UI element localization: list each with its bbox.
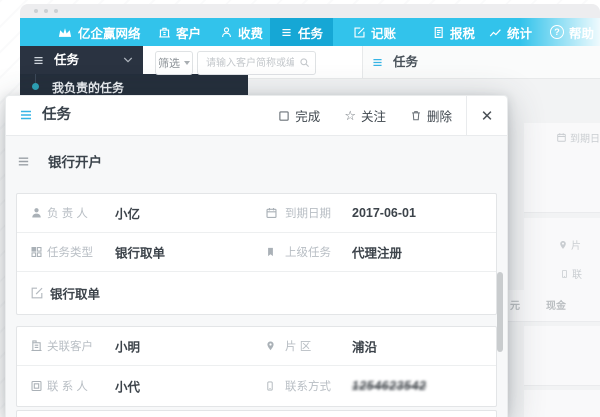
edit-square-icon	[354, 26, 365, 38]
nav-label: 客户	[176, 26, 202, 41]
type-value[interactable]: 银行取单	[115, 243, 165, 262]
nav-item-customers[interactable]: 客户	[158, 18, 201, 46]
app-screen: 亿企赢网络 客户 收费 任务 记账 报税 统计 ? 帮助 任务 我负责的任务 筛…	[0, 0, 600, 417]
nav-label: 任务	[298, 26, 324, 41]
star-icon: ☆	[344, 108, 356, 123]
list-icon	[282, 28, 291, 36]
type-label: 任务类型	[47, 247, 93, 259]
next-card-partial	[16, 410, 497, 417]
phone-value-obscured[interactable]: 1254623542	[351, 379, 427, 393]
chevron-down-icon[interactable]	[123, 56, 133, 64]
customer-value[interactable]: 小明	[115, 337, 140, 356]
close-icon: ✕	[480, 107, 494, 125]
customer-label: 关联客户	[47, 341, 93, 353]
caret-down-icon	[184, 61, 190, 65]
nav-item-help[interactable]: ? 帮助	[550, 18, 594, 46]
phone-label: 联系方式	[285, 381, 331, 393]
modal-scrollbar-thumb[interactable]	[497, 272, 503, 352]
close-button[interactable]: ✕	[467, 96, 507, 135]
delete-button[interactable]: 删除	[398, 106, 464, 125]
district-value[interactable]: 浦沿	[352, 337, 377, 356]
document-icon	[434, 26, 443, 38]
background-panel-header: 任务	[362, 46, 600, 79]
district-label: 片 区	[285, 341, 312, 353]
nav-item-statistics[interactable]: 统计	[489, 18, 532, 46]
contact-phone-row: 联 系 人 小代 联系方式 1254623542	[17, 366, 496, 406]
customer-district-row: 关联客户 小明 片 区 浦沿	[17, 327, 496, 366]
timeline-dot-icon	[32, 83, 39, 90]
nav-label: 收费	[238, 26, 264, 41]
task-contact-card: 关联客户 小明 片 区 浦沿 联 系 人 小代 联系方式 1254623542	[16, 326, 497, 407]
task-info-card: 负 责 人 小亿 到期日期 2017-06-01 任务类型 银行取单 上级任务 …	[16, 193, 497, 315]
window-titlebar	[20, 4, 600, 18]
filter-label: 筛选	[158, 58, 180, 70]
task-title: 银行开户	[48, 155, 102, 170]
note-edit-icon	[31, 287, 43, 299]
nav-item-tax[interactable]: 报税	[432, 18, 475, 46]
nav-label: 帮助	[569, 26, 595, 41]
nav-item-bookkeeping[interactable]: 记账	[353, 18, 396, 46]
id-card-icon	[31, 381, 42, 391]
search-icon[interactable]	[299, 57, 310, 68]
bookmark-icon	[268, 247, 273, 257]
crown-icon	[58, 27, 72, 37]
type-parent-row: 任务类型 银行取单 上级任务 代理注册	[17, 233, 496, 272]
nav-label: 记账	[371, 26, 397, 41]
complete-button[interactable]: 完成	[266, 106, 332, 125]
building-icon	[159, 27, 170, 38]
nav-label: 统计	[507, 26, 533, 41]
description-row: 银行取单	[17, 272, 496, 314]
filter-dropdown[interactable]: 筛选	[155, 51, 193, 75]
brand-label: 亿企赢网络	[78, 26, 141, 41]
complete-label: 完成	[295, 110, 321, 124]
company-icon	[31, 340, 42, 351]
due-value[interactable]: 2017-06-01	[352, 206, 416, 220]
search-input[interactable]	[204, 52, 296, 74]
top-navbar: 亿企赢网络 客户 收费 任务 记账 报税 统计 ? 帮助	[20, 18, 600, 46]
follow-button[interactable]: ☆ 关注	[332, 106, 398, 125]
parent-task-value[interactable]: 代理注册	[352, 243, 402, 262]
question-circle-icon: ?	[550, 25, 564, 39]
contact-value[interactable]: 小代	[115, 377, 140, 396]
person-icon	[32, 208, 41, 218]
modal-actions: 完成 ☆ 关注 删除 ✕	[266, 96, 507, 135]
sidebar-header[interactable]: 任务	[20, 46, 143, 74]
window-controls[interactable]	[34, 9, 58, 13]
modal-header: 任务 完成 ☆ 关注 删除 ✕	[6, 96, 507, 136]
list-icon	[21, 110, 31, 120]
delete-label: 删除	[426, 110, 452, 124]
list-icon	[18, 157, 29, 165]
follow-label: 关注	[360, 110, 386, 124]
window-dot-icon[interactable]	[54, 9, 58, 13]
contact-label: 联 系 人	[47, 381, 88, 393]
calendar-icon	[266, 207, 277, 219]
modal-title: 任务	[42, 107, 71, 123]
owner-value[interactable]: 小亿	[115, 204, 140, 223]
window-dot-icon[interactable]	[44, 9, 48, 13]
map-pin-icon	[267, 341, 274, 351]
parent-task-label: 上级任务	[285, 247, 331, 259]
checkbox-icon	[279, 110, 289, 121]
owner-label: 负 责 人	[47, 208, 88, 220]
list-icon	[34, 57, 43, 64]
window-dot-icon[interactable]	[34, 9, 38, 13]
sidebar-title: 任务	[54, 53, 80, 67]
list-icon	[373, 59, 382, 66]
brand: 亿企赢网络	[58, 18, 141, 46]
person-icon	[222, 26, 231, 37]
owner-due-row: 负 责 人 小亿 到期日期 2017-06-01	[17, 194, 496, 233]
description-text: 银行取单	[50, 287, 101, 302]
grid-icon	[31, 247, 42, 257]
task-detail-modal: 任务 完成 ☆ 关注 删除 ✕ 银行开户 负 责 人 小亿 到期日期 2017-…	[5, 95, 508, 417]
trash-icon	[412, 111, 420, 121]
chart-line-icon	[489, 28, 501, 37]
nav-label: 报税	[450, 26, 476, 41]
nav-item-fees[interactable]: 收费	[220, 18, 263, 46]
customer-search	[197, 51, 316, 75]
background-panel-title: 任务	[393, 55, 419, 69]
due-label: 到期日期	[285, 208, 331, 220]
nav-item-tasks[interactable]: 任务	[270, 18, 334, 46]
phone-icon	[267, 381, 273, 391]
task-title-row: 银行开户	[16, 151, 102, 171]
